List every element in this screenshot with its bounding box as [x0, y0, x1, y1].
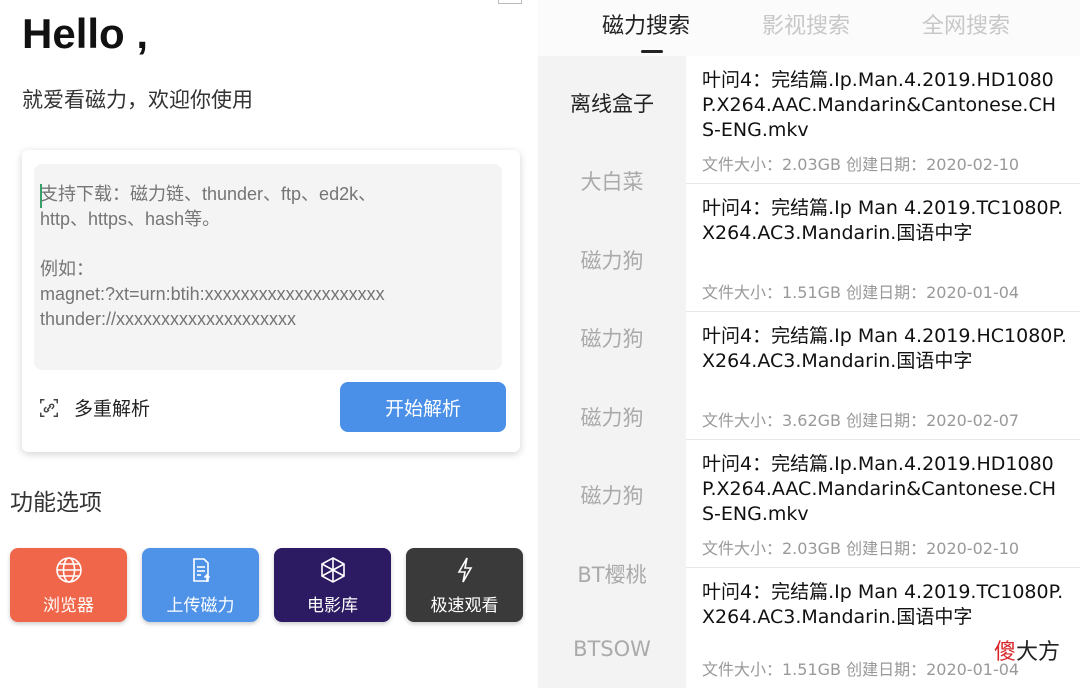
browser-label: 浏览器	[43, 595, 94, 616]
link-icon	[38, 397, 60, 419]
tab-video-search[interactable]: 影视搜索	[762, 8, 850, 40]
watermark-black-chars: 大方	[1015, 640, 1060, 665]
upload-magnet-label: 上传磁力	[166, 595, 235, 616]
upload-magnet-button[interactable]: 上传磁力	[142, 548, 259, 622]
result-item[interactable]: 叶问4：完结篇.Ip Man 4.2019.HC1080P.X264.AC3.M…	[686, 312, 1080, 440]
result-title: 叶问4：完结篇.Ip Man 4.2019.TC1080P.X264.AC3.M…	[702, 197, 1064, 244]
home-panel: Hello , 就爱看磁力，欢迎你使用 多重解析 开始解析 功能选项 浏览器	[0, 0, 538, 688]
watermark: 傻大方	[994, 634, 1060, 666]
source-item-ciligou-1[interactable]: 磁力狗	[538, 245, 686, 275]
results-list: 叶问4：完结篇.Ip.Man.4.2019.HD1080P.X264.AAC.M…	[686, 56, 1080, 688]
result-title: 叶问4：完结篇.Ip Man 4.2019.HC1080P.X264.AC3.M…	[702, 325, 1067, 372]
browser-button[interactable]: 浏览器	[10, 548, 127, 622]
source-item-ciligou-3[interactable]: 磁力狗	[538, 402, 686, 432]
magnet-link-input[interactable]	[34, 164, 502, 370]
lightning-icon	[457, 557, 472, 582]
result-meta: 文件大小：1.51GB 创建日期：2020-01-04	[702, 283, 1020, 302]
source-item-bt-cherry[interactable]: BT樱桃	[538, 559, 686, 589]
result-item[interactable]: 叶问4：完结篇.Ip Man 4.2019.TC1080P.X264.AC3.M…	[686, 184, 1080, 312]
search-panel: 磁力搜索 影视搜索 全网搜索 离线盒子 大白菜 磁力狗 磁力狗 磁力狗 磁力狗 …	[538, 0, 1080, 688]
result-item[interactable]: 叶问4：完结篇.Ip.Man.4.2019.HD1080P.X264.AAC.M…	[686, 56, 1080, 184]
text-caret	[40, 184, 42, 208]
result-title: 叶问4：完结篇.Ip.Man.4.2019.HD1080P.X264.AAC.M…	[702, 69, 1057, 141]
result-item[interactable]: 叶问4：完结篇.Ip.Man.4.2019.HD1080P.X264.AAC.M…	[686, 440, 1080, 568]
source-sidebar: 离线盒子 大白菜 磁力狗 磁力狗 磁力狗 磁力狗 BT樱桃 BTSOW	[538, 56, 686, 688]
multi-parse-toggle[interactable]: 多重解析	[38, 394, 150, 421]
active-tab-indicator	[641, 50, 663, 53]
result-meta: 文件大小：2.03GB 创建日期：2020-02-10	[702, 155, 1020, 174]
upload-file-icon	[192, 557, 210, 582]
function-options: 浏览器 上传磁力 电影库 极速观看	[10, 548, 523, 622]
cube-icon	[320, 556, 345, 583]
result-item[interactable]: 叶问4：完结篇.Ip Man 4.2019.TC1080P.X264.AC3.M…	[686, 568, 1080, 688]
tab-magnet-search[interactable]: 磁力搜索	[602, 8, 690, 40]
welcome-subtitle: 就爱看磁力，欢迎你使用	[22, 88, 253, 112]
source-item-btsow[interactable]: BTSOW	[538, 637, 686, 661]
start-parse-button[interactable]: 开始解析	[340, 382, 506, 432]
source-item-ciligou-2[interactable]: 磁力狗	[538, 323, 686, 353]
result-meta: 文件大小：1.51GB 创建日期：2020-01-04	[702, 660, 1020, 679]
movie-library-label: 电影库	[307, 595, 358, 616]
source-item-ciligou-4[interactable]: 磁力狗	[538, 480, 686, 510]
source-item-dabaicai[interactable]: 大白菜	[538, 166, 686, 196]
result-title: 叶问4：完结篇.Ip Man 4.2019.TC1080P.X264.AC3.M…	[702, 581, 1064, 628]
result-meta: 文件大小：2.03GB 创建日期：2020-02-10	[702, 539, 1020, 558]
watermark-red-char: 傻	[993, 640, 1016, 665]
fast-watch-button[interactable]: 极速观看	[406, 548, 523, 622]
fast-watch-label: 极速观看	[430, 595, 499, 616]
functions-title: 功能选项	[10, 490, 102, 516]
search-tabs: 磁力搜索 影视搜索 全网搜索	[538, 0, 1080, 56]
result-meta: 文件大小：3.62GB 创建日期：2020-02-07	[702, 411, 1020, 430]
tab-web-search[interactable]: 全网搜索	[922, 8, 1010, 40]
source-item-offline-box[interactable]: 离线盒子	[538, 88, 686, 118]
globe-icon	[55, 556, 82, 583]
multi-parse-label: 多重解析	[74, 398, 151, 420]
movie-library-button[interactable]: 电影库	[274, 548, 391, 622]
window-edge-icon	[498, 0, 522, 4]
result-title: 叶问4：完结篇.Ip.Man.4.2019.HD1080P.X264.AAC.M…	[702, 453, 1057, 525]
magnet-input-card: 多重解析 开始解析	[22, 150, 520, 452]
greeting-title: Hello ,	[22, 10, 149, 57]
